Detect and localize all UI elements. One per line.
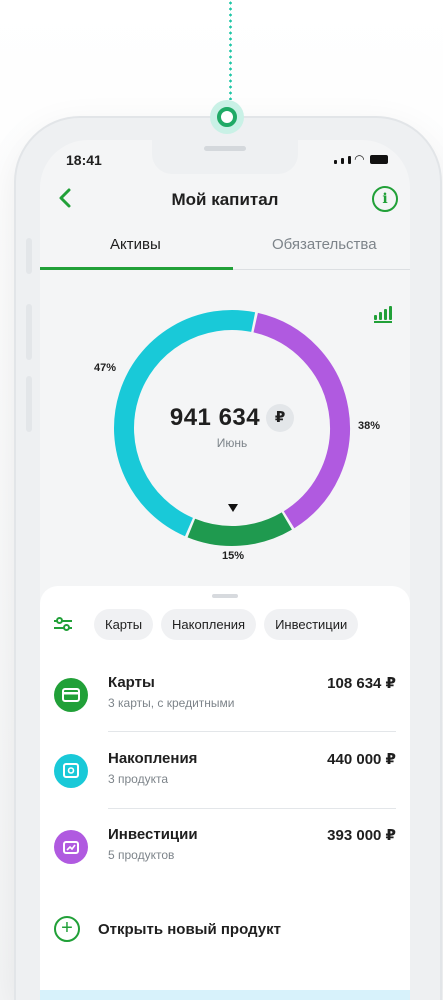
tab-active-indicator bbox=[40, 267, 233, 270]
donut-percent-label: 47% bbox=[94, 362, 117, 374]
filter-chip-savings[interactable]: Накопления bbox=[161, 608, 257, 640]
filter-settings-icon[interactable] bbox=[54, 610, 82, 638]
side-button bbox=[26, 238, 32, 274]
product-amount: 440 000 ₽ bbox=[327, 751, 396, 768]
tab-liabilities[interactable]: Обязательства bbox=[272, 236, 377, 253]
side-button bbox=[26, 304, 32, 360]
period-label: Июнь bbox=[216, 436, 248, 450]
chart-case-icon bbox=[54, 830, 88, 864]
bottom-strip bbox=[40, 990, 410, 1000]
open-new-product-button[interactable]: + Открыть новый продукт bbox=[54, 914, 281, 944]
filter-chip-investments[interactable]: Инвестиции bbox=[264, 608, 359, 640]
sheet-grabber[interactable] bbox=[212, 594, 238, 598]
tab-assets[interactable]: Активы bbox=[110, 236, 161, 253]
plus-icon: + bbox=[54, 916, 80, 942]
filter-chip-cards[interactable]: Карты bbox=[94, 608, 154, 640]
open-new-product-label: Открыть новый продукт bbox=[98, 920, 281, 938]
product-subtitle: 3 продукта bbox=[108, 772, 169, 786]
total-capital: 941 634 ₽ Июнь bbox=[132, 404, 332, 450]
product-name: Инвестиции bbox=[108, 826, 198, 843]
side-button bbox=[26, 376, 32, 432]
product-name: Карты bbox=[108, 674, 155, 691]
filter-bar: Карты Накопления Инвестиции bbox=[54, 608, 410, 640]
product-subtitle: 3 карты, с кредитными bbox=[108, 696, 235, 710]
product-row-investments[interactable]: Инвестиции 5 продуктов 393 000 ₽ bbox=[54, 824, 396, 894]
status-bar: 18:41 ◠ bbox=[66, 152, 388, 172]
connector-dotted-line bbox=[229, 0, 232, 100]
signal-icon bbox=[333, 160, 337, 164]
wifi-icon: ◠ bbox=[354, 152, 364, 166]
page-title: Мой капитал bbox=[171, 190, 279, 209]
product-amount: 108 634 ₽ bbox=[327, 675, 396, 692]
donut-percent-label: 15% bbox=[222, 550, 245, 562]
divider bbox=[108, 731, 396, 732]
divider bbox=[108, 808, 396, 809]
product-amount: 393 000 ₽ bbox=[327, 827, 396, 844]
product-name: Накопления bbox=[108, 750, 198, 767]
products-sheet: Карты Накопления Инвестиции Карты 3 карт… bbox=[40, 586, 410, 1000]
battery-icon bbox=[370, 155, 388, 164]
safe-icon bbox=[54, 754, 88, 788]
status-icons: ◠ bbox=[333, 152, 388, 166]
total-amount: 941 634 bbox=[169, 404, 261, 431]
info-icon[interactable]: i bbox=[372, 186, 398, 212]
top-bar: Мой капитал i bbox=[40, 182, 410, 218]
status-time: 18:41 bbox=[66, 152, 102, 168]
tab-bar: Активы Обязательства bbox=[40, 230, 410, 270]
product-subtitle: 5 продуктов bbox=[108, 848, 175, 862]
card-icon bbox=[54, 678, 88, 712]
bar-chart-icon[interactable] bbox=[374, 306, 392, 323]
currency-badge: ₽ bbox=[266, 404, 295, 432]
camera-highlight bbox=[210, 100, 244, 134]
app-screen: 18:41 ◠ Мой капитал i Активы Обязательст… bbox=[40, 140, 410, 1000]
period-marker-icon bbox=[228, 504, 238, 512]
donut-segment[interactable] bbox=[187, 512, 292, 546]
donut-percent-label: 38% bbox=[358, 420, 381, 432]
